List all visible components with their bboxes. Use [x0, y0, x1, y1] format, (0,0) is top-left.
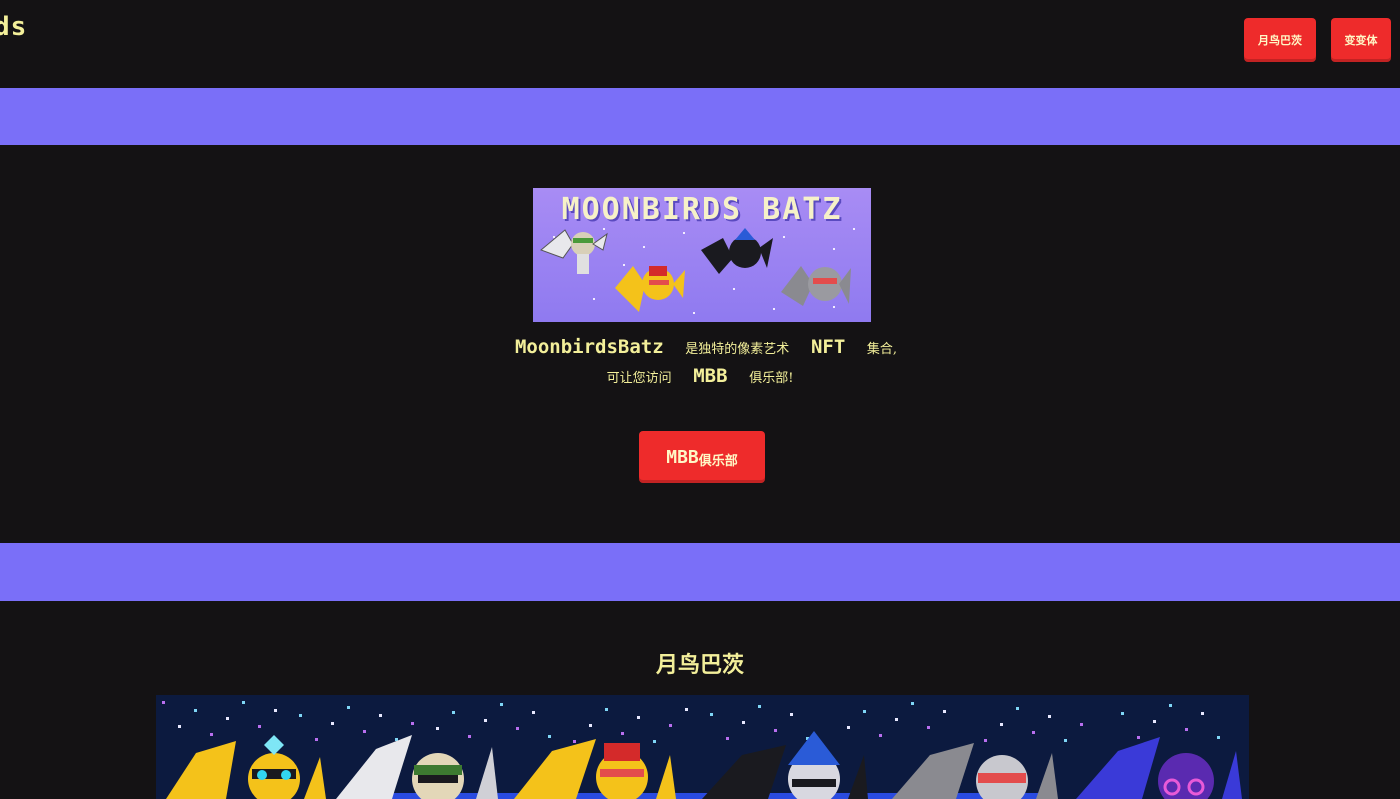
green-skeleton-bat-icon — [336, 735, 498, 799]
purple-band-top — [0, 88, 1400, 145]
bats-gallery-image — [156, 695, 1249, 799]
gallery-bats-illustration — [166, 731, 1242, 799]
golden-bat-icon — [615, 266, 685, 312]
nft-label: NFT — [810, 336, 846, 358]
mbb-label: MBB — [693, 365, 728, 387]
hero-description: MoonbirdsBatz 是独特的像素艺术 NFT 集合, 可让您访问 MBB… — [420, 334, 980, 392]
skeleton-bat-icon — [540, 229, 608, 274]
black-wizard-bat-icon — [702, 731, 868, 799]
banner-bats-illustration — [540, 228, 851, 312]
mbb-club-button[interactable]: MBB 俱乐部 — [639, 431, 765, 483]
purple-bat-icon — [1076, 737, 1242, 799]
page: ds 月鸟巴茨 变变体 MOONBIRDS BATZ MoonbirdsBatz… — [0, 0, 1400, 799]
nav-button-variants[interactable]: 变变体 — [1331, 18, 1391, 62]
description-text: 集合, — [866, 342, 898, 357]
purple-band-middle — [0, 543, 1400, 601]
description-text: 可让您访问 — [606, 371, 672, 386]
club-button-bold: MBB — [666, 446, 699, 468]
brand-name: MoonbirdsBatz — [514, 336, 664, 358]
description-text: 俱乐部! — [749, 371, 794, 386]
club-button-small: 俱乐部 — [698, 453, 738, 469]
grey-visor-bat-icon — [892, 743, 1058, 799]
description-text: 是独特的像素艺术 — [685, 342, 790, 357]
golden-owl-bat-icon — [166, 735, 326, 799]
site-header: ds 月鸟巴茨 变变体 — [0, 0, 1400, 88]
grey-bat-icon — [781, 266, 851, 306]
nav-button-moonbirds-batz[interactable]: 月鸟巴茨 — [1244, 18, 1316, 62]
hero-banner-image: MOONBIRDS BATZ — [533, 188, 871, 322]
site-logo[interactable]: ds — [0, 12, 27, 42]
section-title: 月鸟巴茨 — [655, 652, 744, 678]
black-bat-icon — [701, 228, 773, 274]
description-line-1: MoonbirdsBatz 是独特的像素艺术 NFT 集合, — [420, 334, 980, 363]
golden-king-bat-icon — [514, 739, 676, 799]
description-line-2: 可让您访问 MBB 俱乐部! — [420, 363, 980, 392]
